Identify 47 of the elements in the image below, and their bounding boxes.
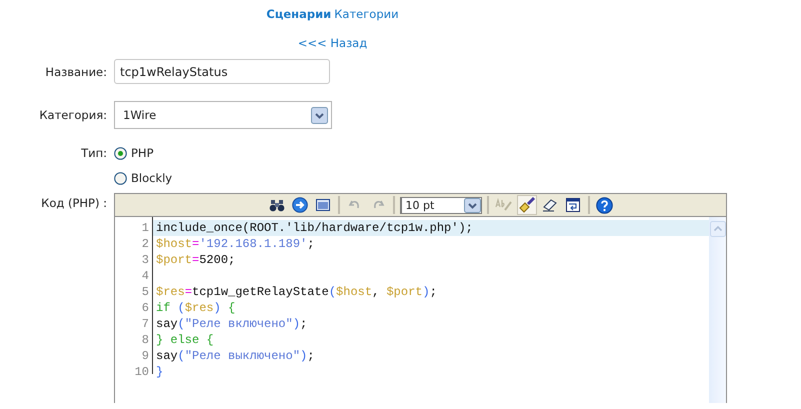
- code-line: say("Реле включено");: [156, 317, 308, 331]
- line-number: 4: [140, 268, 150, 284]
- code-editor[interactable]: [114, 193, 727, 403]
- back-link[interactable]: <<< Назад: [298, 36, 368, 52]
- line-number: 1: [140, 220, 150, 236]
- code-line: if ($res) {: [156, 301, 236, 315]
- line-number: 3: [140, 252, 150, 268]
- highlight-button[interactable]: [516, 195, 536, 215]
- wrap-icon: [564, 197, 580, 213]
- radio-icon[interactable]: [114, 146, 127, 160]
- field-label: Код (PHP) :: [40, 195, 108, 210]
- help-button[interactable]: [594, 195, 614, 215]
- line-number: 2: [140, 236, 150, 252]
- code-line: $port=5200;: [156, 253, 236, 267]
- nav-link[interactable]: Категории: [334, 7, 399, 23]
- code-line: }: [156, 365, 164, 379]
- category-select[interactable]: 1Wire: [114, 101, 332, 129]
- line-number: 9: [140, 348, 150, 364]
- dropdown-icon: [464, 198, 480, 212]
- field-label: Название:: [44, 64, 108, 78]
- nav-link[interactable]: Сценарии: [266, 7, 332, 23]
- binoculars-icon: [268, 197, 284, 213]
- help-icon: [596, 196, 613, 214]
- line-number: 5: [140, 284, 150, 300]
- eraser-icon: [540, 197, 558, 213]
- field-label: Тип:: [80, 145, 108, 160]
- goto-button[interactable]: [290, 195, 310, 215]
- window-icon: [314, 197, 330, 213]
- line-number: 10: [134, 364, 150, 380]
- code-line: $res=tcp1w_getRelayState($host, $port);: [156, 285, 437, 299]
- field-label: Категория:: [38, 108, 108, 122]
- radio-icon[interactable]: [114, 172, 127, 184]
- line-number: 6: [140, 300, 150, 316]
- scrollbar[interactable]: [709, 217, 726, 403]
- name-field[interactable]: tcp1wRelayStatus: [114, 59, 330, 84]
- code-line: say("Реле выключено");: [156, 349, 314, 363]
- line-number: 7: [140, 316, 150, 332]
- radio-option[interactable]: PHP: [114, 144, 172, 162]
- code-line: $host='192.168.1.189';: [156, 237, 314, 251]
- spellcheck-icon: [494, 197, 512, 213]
- code-line: include_once(ROOT.'lib/hardware/tcp1w.php');: [156, 221, 473, 235]
- brush-icon: [518, 196, 536, 214]
- font-size-select[interactable]: 10 pt: [400, 196, 482, 214]
- radio-option[interactable]: Blockly: [114, 169, 172, 187]
- dropdown-icon: [311, 106, 328, 124]
- line-number: 8: [140, 332, 150, 348]
- code-line: } else {: [156, 333, 214, 347]
